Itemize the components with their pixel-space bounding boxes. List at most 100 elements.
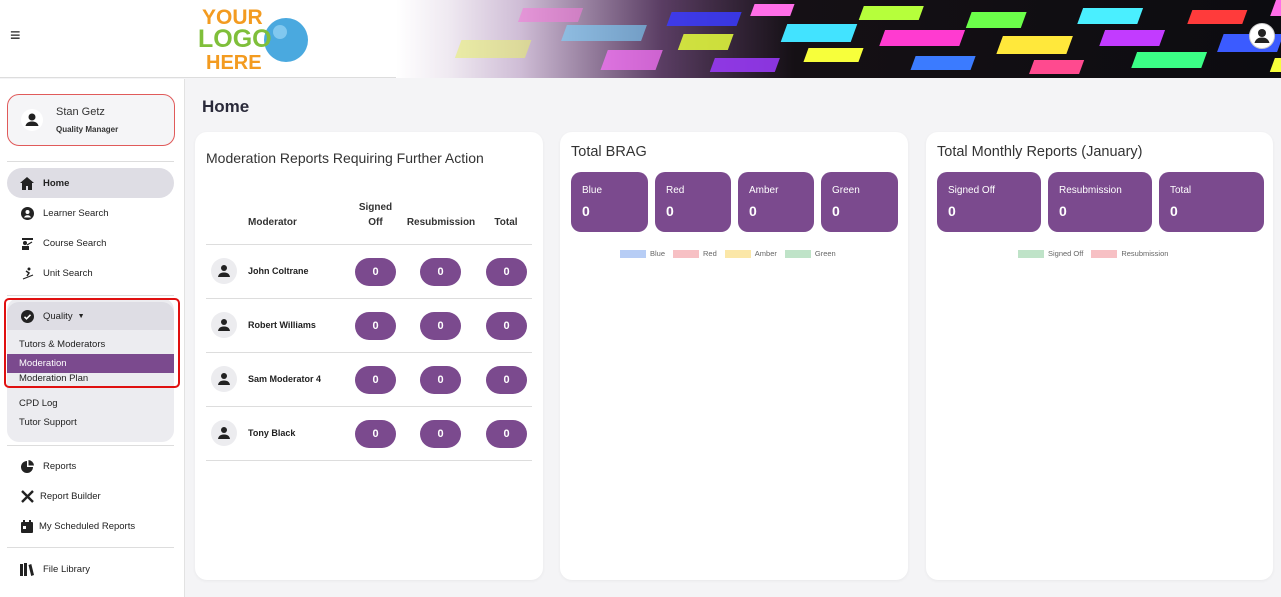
user-icon: [21, 109, 43, 131]
brag-tile-red[interactable]: Red 0: [655, 172, 731, 232]
legend-swatch-blue: [620, 249, 646, 258]
moderator-name: Tony Black: [248, 428, 296, 438]
total-count-button[interactable]: 0: [486, 420, 527, 448]
user-role: Quality Manager: [56, 125, 119, 134]
tile-value: 0: [582, 203, 590, 219]
brag-tile-green[interactable]: Green 0: [821, 172, 898, 232]
tile-label: Total: [1170, 185, 1192, 196]
tile-value: 0: [749, 203, 757, 219]
legend-swatch-amber: [724, 249, 751, 258]
sidebar-item-unit-search[interactable]: Unit Search: [7, 258, 174, 288]
sidebar-item-course-search[interactable]: Course Search: [7, 228, 174, 258]
submenu-item-tutors-moderators[interactable]: Tutors & Moderators: [7, 335, 174, 354]
tile-value: 0: [666, 203, 674, 219]
table-divider: [206, 460, 532, 461]
monthly-tile-signed-off[interactable]: Signed Off 0: [937, 172, 1041, 232]
chart-legend: Signed Off Resubmission: [1010, 249, 1168, 258]
resubmission-count-button[interactable]: 0: [420, 312, 461, 340]
card-title: Total BRAG: [571, 144, 647, 160]
account-avatar-button[interactable]: [1249, 23, 1275, 49]
sidebar-divider: [7, 161, 174, 162]
sidebar-item-label: Reports: [43, 460, 77, 472]
brag-tile-blue[interactable]: Blue 0: [571, 172, 648, 232]
total-count-button[interactable]: 0: [486, 366, 527, 394]
teacher-icon: [20, 236, 34, 250]
moderator-name: John Coltrane: [248, 266, 309, 276]
card-title: Moderation Reports Requiring Further Act…: [206, 150, 484, 166]
column-header-signed-off-line-2: Off: [368, 217, 383, 228]
tile-value: 0: [1059, 203, 1067, 219]
menu-icon[interactable]: ≡: [10, 26, 21, 44]
sidebar-item-report-builder[interactable]: Report Builder: [7, 481, 174, 511]
legend-label[interactable]: Amber: [755, 249, 777, 258]
sidebar-item-quality[interactable]: Quality ▼: [7, 302, 174, 330]
submenu-item-moderation-plan[interactable]: Moderation Plan: [7, 373, 174, 385]
person-icon: [211, 366, 237, 392]
user-icon: [1254, 29, 1270, 43]
resubmission-count-button[interactable]: 0: [420, 420, 461, 448]
monthly-tile-resubmission[interactable]: Resubmission 0: [1048, 172, 1152, 232]
monthly-tile-total[interactable]: Total 0: [1159, 172, 1264, 232]
legend-label[interactable]: Resubmission: [1121, 249, 1168, 258]
user-name: Stan Getz: [56, 106, 105, 118]
books-icon: [20, 562, 34, 576]
tile-value: 0: [1170, 203, 1178, 219]
signed-off-count-button[interactable]: 0: [355, 366, 396, 394]
sidebar-item-scheduled-reports[interactable]: My Scheduled Reports: [7, 511, 174, 541]
sidebar-item-home[interactable]: Home: [7, 168, 174, 198]
calendar-icon: [20, 519, 34, 533]
sidebar-item-label: My Scheduled Reports: [39, 520, 136, 532]
card-title: Total Monthly Reports (January): [937, 144, 1143, 160]
person-icon: [211, 420, 237, 446]
brag-tile-amber[interactable]: Amber 0: [738, 172, 814, 232]
top-header: ≡ YOUR LOGO HERE: [0, 0, 1281, 78]
signed-off-count-button[interactable]: 0: [355, 420, 396, 448]
chart-legend: Blue Red Amber Green: [612, 249, 836, 258]
header-banner-image: [396, 0, 1281, 78]
user-profile-card[interactable]: Stan Getz Quality Manager: [7, 94, 175, 146]
home-icon: [20, 176, 34, 190]
resubmission-count-button[interactable]: 0: [420, 366, 461, 394]
sidebar-item-label: Unit Search: [43, 267, 93, 279]
table-divider: [206, 406, 532, 407]
person-icon: [211, 312, 237, 338]
legend-label[interactable]: Blue: [650, 249, 665, 258]
moderator-name: Sam Moderator 4: [248, 374, 322, 384]
sidebar-item-label: File Library: [43, 563, 90, 575]
tile-label: Signed Off: [948, 185, 996, 196]
table-divider: [206, 352, 532, 353]
quality-submenu: Quality ▼ Tutors & Moderators Moderation…: [7, 298, 174, 442]
column-header-moderator: Moderator: [248, 217, 297, 228]
total-count-button[interactable]: 0: [486, 258, 527, 286]
submenu-item-tutor-support[interactable]: Tutor Support: [7, 413, 174, 432]
tile-label: Amber: [749, 185, 779, 196]
sidebar-item-learner-search[interactable]: Learner Search: [7, 198, 174, 228]
legend-label[interactable]: Signed Off: [1048, 249, 1083, 258]
sidebar-item-label: Learner Search: [43, 207, 109, 219]
column-header-total: Total: [494, 217, 518, 228]
total-brag-card: Total BRAG Blue 0 Red 0 Amber 0 Green 0 …: [560, 132, 908, 580]
legend-swatch-signed-off: [1018, 249, 1044, 258]
resubmission-count-button[interactable]: 0: [420, 258, 461, 286]
company-logo: YOUR LOGO HERE: [196, 2, 316, 74]
account-circle-icon: [20, 206, 34, 220]
signed-off-count-button[interactable]: 0: [355, 312, 396, 340]
tile-label: Red: [666, 185, 685, 196]
tile-value: 0: [948, 203, 956, 219]
sidebar-item-reports[interactable]: Reports: [7, 451, 174, 481]
legend-label[interactable]: Green: [815, 249, 836, 258]
moderation-reports-card: Moderation Reports Requiring Further Act…: [195, 132, 543, 580]
legend-swatch-red: [673, 249, 700, 258]
submenu-item-moderation[interactable]: Moderation: [7, 354, 174, 373]
sidebar-item-file-library[interactable]: File Library: [7, 554, 174, 584]
legend-label[interactable]: Red: [703, 249, 717, 258]
total-monthly-reports-card: Total Monthly Reports (January) Signed O…: [926, 132, 1273, 580]
signed-off-count-button[interactable]: 0: [355, 258, 396, 286]
tile-label: Green: [832, 185, 860, 196]
submenu-item-cpd-log[interactable]: CPD Log: [7, 394, 174, 413]
sidebar-item-label: Report Builder: [40, 490, 101, 502]
sidebar-divider: [7, 295, 174, 296]
table-divider: [206, 244, 532, 245]
total-count-button[interactable]: 0: [486, 312, 527, 340]
logo-line-3: HERE: [206, 52, 262, 74]
